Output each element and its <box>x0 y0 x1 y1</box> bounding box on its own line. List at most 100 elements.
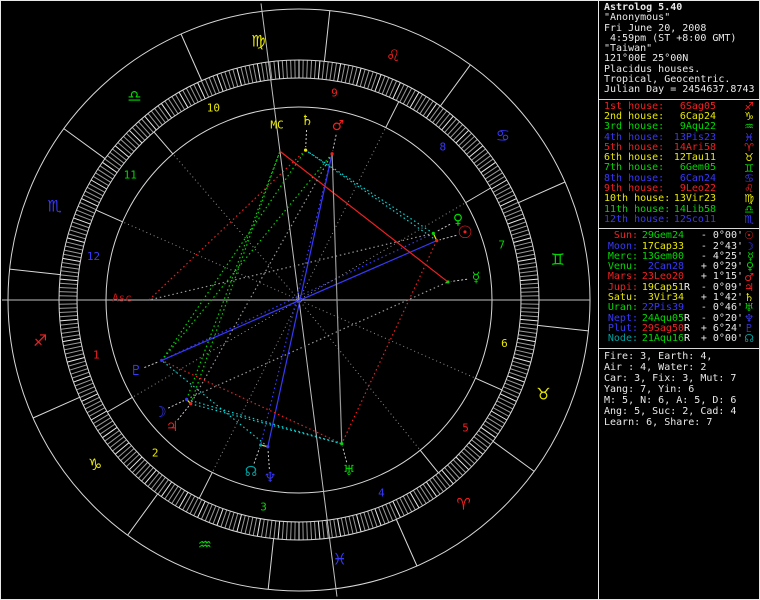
degree-tick <box>134 124 148 138</box>
degree-tick <box>68 233 86 240</box>
degree-tick <box>463 139 478 152</box>
saturn-icon[interactable]: ♄ <box>301 113 314 129</box>
sign-boundary-line <box>32 396 80 419</box>
degree-tick <box>518 334 537 339</box>
julian-day: Julian Day = 2454637.8743 <box>604 84 755 96</box>
degree-tick <box>81 198 99 207</box>
degree-tick <box>402 87 413 105</box>
degree-tick <box>128 456 143 471</box>
degree-tick <box>277 521 281 540</box>
sign-boundary-line <box>9 268 61 276</box>
house-number-12: 12 <box>87 250 100 263</box>
degree-tick <box>178 91 189 108</box>
planet-dot-node <box>259 443 263 447</box>
aries-sign-icon: ♈ <box>456 494 470 513</box>
degree-tick <box>64 249 82 255</box>
degree-tick <box>290 521 292 540</box>
degree-tick <box>317 521 321 540</box>
degree-tick <box>516 253 535 259</box>
sign-boundary-line <box>267 538 275 590</box>
degree-tick <box>236 68 243 86</box>
sign-boundary-line <box>180 33 203 81</box>
degree-tick <box>402 495 413 513</box>
degree-tick <box>59 278 78 282</box>
virgo-sign-icon: ♍ <box>251 32 265 51</box>
stats-line: Learn: 6, Share: 7 <box>604 416 713 428</box>
degree-tick <box>388 502 398 520</box>
degree-tick <box>281 521 285 540</box>
retrograde-flag: R <box>684 281 691 293</box>
pointer-mars <box>332 134 337 151</box>
degree-tick <box>512 233 530 240</box>
aspect-square-saturn-ASC <box>148 149 306 301</box>
sign-boundary-line <box>395 519 418 567</box>
degree-tick <box>126 453 140 468</box>
degree-tick <box>131 127 146 141</box>
degree-tick <box>157 105 169 121</box>
degree-tick <box>150 110 163 126</box>
degree-tick <box>273 61 277 80</box>
degree-tick <box>281 60 285 79</box>
degree-tick <box>518 266 537 270</box>
degree-tick <box>154 476 166 492</box>
venus-icon[interactable]: ♀ <box>453 212 463 228</box>
degree-tick <box>178 492 189 509</box>
degree-tick <box>61 330 80 334</box>
degree-tick <box>150 474 163 490</box>
uranus-icon[interactable]: ♅ <box>343 463 356 479</box>
pluto-icon[interactable]: ♇ <box>130 363 143 379</box>
degree-tick <box>66 241 84 247</box>
degree-tick <box>447 121 460 136</box>
stats-line: Yang: 7, Yin: 6 <box>604 383 695 395</box>
degree-tick <box>123 451 137 465</box>
pointer-saturn <box>305 129 308 148</box>
planet-dot-mars <box>330 152 334 156</box>
degree-tick <box>468 442 484 455</box>
house-cusp-inner-line <box>299 127 387 299</box>
degree-tick <box>86 186 104 197</box>
degree-tick <box>65 349 83 355</box>
degree-tick <box>67 356 85 363</box>
degree-tick <box>482 165 499 177</box>
neptune-icon[interactable]: ♆ <box>264 470 277 486</box>
degree-tick <box>99 165 116 177</box>
degree-tick <box>484 168 501 180</box>
house-number-8: 8 <box>439 140 446 153</box>
planet-dot-moon <box>185 397 189 401</box>
mercury-icon[interactable]: ☿ <box>472 270 481 286</box>
degree-tick <box>329 519 333 538</box>
degree-tick <box>171 96 182 112</box>
degree-tick <box>333 62 338 81</box>
degree-tick <box>200 80 210 98</box>
degree-tick <box>90 410 107 421</box>
house-cusp-list: 1st house: 6Sag05 ♐ 2nd house: 6Cap24 ♑ 3rd ho… <box>599 98 759 229</box>
jupiter-icon[interactable]: ♃ <box>166 419 179 435</box>
degree-tick <box>392 500 401 518</box>
degree-tick <box>515 245 533 251</box>
planet-label: Node: <box>607 333 638 345</box>
degree-tick <box>412 94 424 110</box>
mars-icon[interactable]: ♂ <box>332 118 345 134</box>
degree-tick <box>471 439 486 452</box>
chart-wheel[interactable]: ☉☽☿♀♂♃♄♅♆♇☊♐♑♒♓♈♉♊♋♌♍♎♏123456789101112As… <box>1 1 598 599</box>
degree-tick <box>515 349 533 355</box>
degree-tick <box>144 115 157 131</box>
astrolog-window: ☉ ☽ ☿ ♀ ♂ ♃ ♄ ♅ ♆ ♇ ☊ ♐ ♑ ♒ ♓ ♈ ♉ ♊ ♋ ♌ ♍ ♎ ♏ 1 2 3 4 5 6 7 8 9 10 11 12 As… <box>0 0 760 600</box>
degree-tick <box>84 190 102 200</box>
house-number-3: 3 <box>260 500 267 513</box>
aspect-trine-jupiter-MC <box>190 151 281 404</box>
degree-tick <box>174 490 186 506</box>
sign-boundary-line <box>492 440 535 472</box>
moon-icon[interactable]: ☽ <box>153 403 166 421</box>
degree-tick <box>519 274 538 278</box>
degree-tick <box>518 261 537 266</box>
house-cusp-line <box>198 472 213 499</box>
house-number-4: 4 <box>378 487 385 500</box>
house-number-2: 2 <box>152 447 159 460</box>
node-icon[interactable]: ☊ <box>245 464 257 480</box>
degree-tick <box>452 127 467 141</box>
degree-tick <box>240 67 246 85</box>
degree-tick <box>60 326 79 330</box>
house-cusp-line <box>465 187 491 204</box>
blue-sign-glyph: ♏ <box>744 213 754 227</box>
